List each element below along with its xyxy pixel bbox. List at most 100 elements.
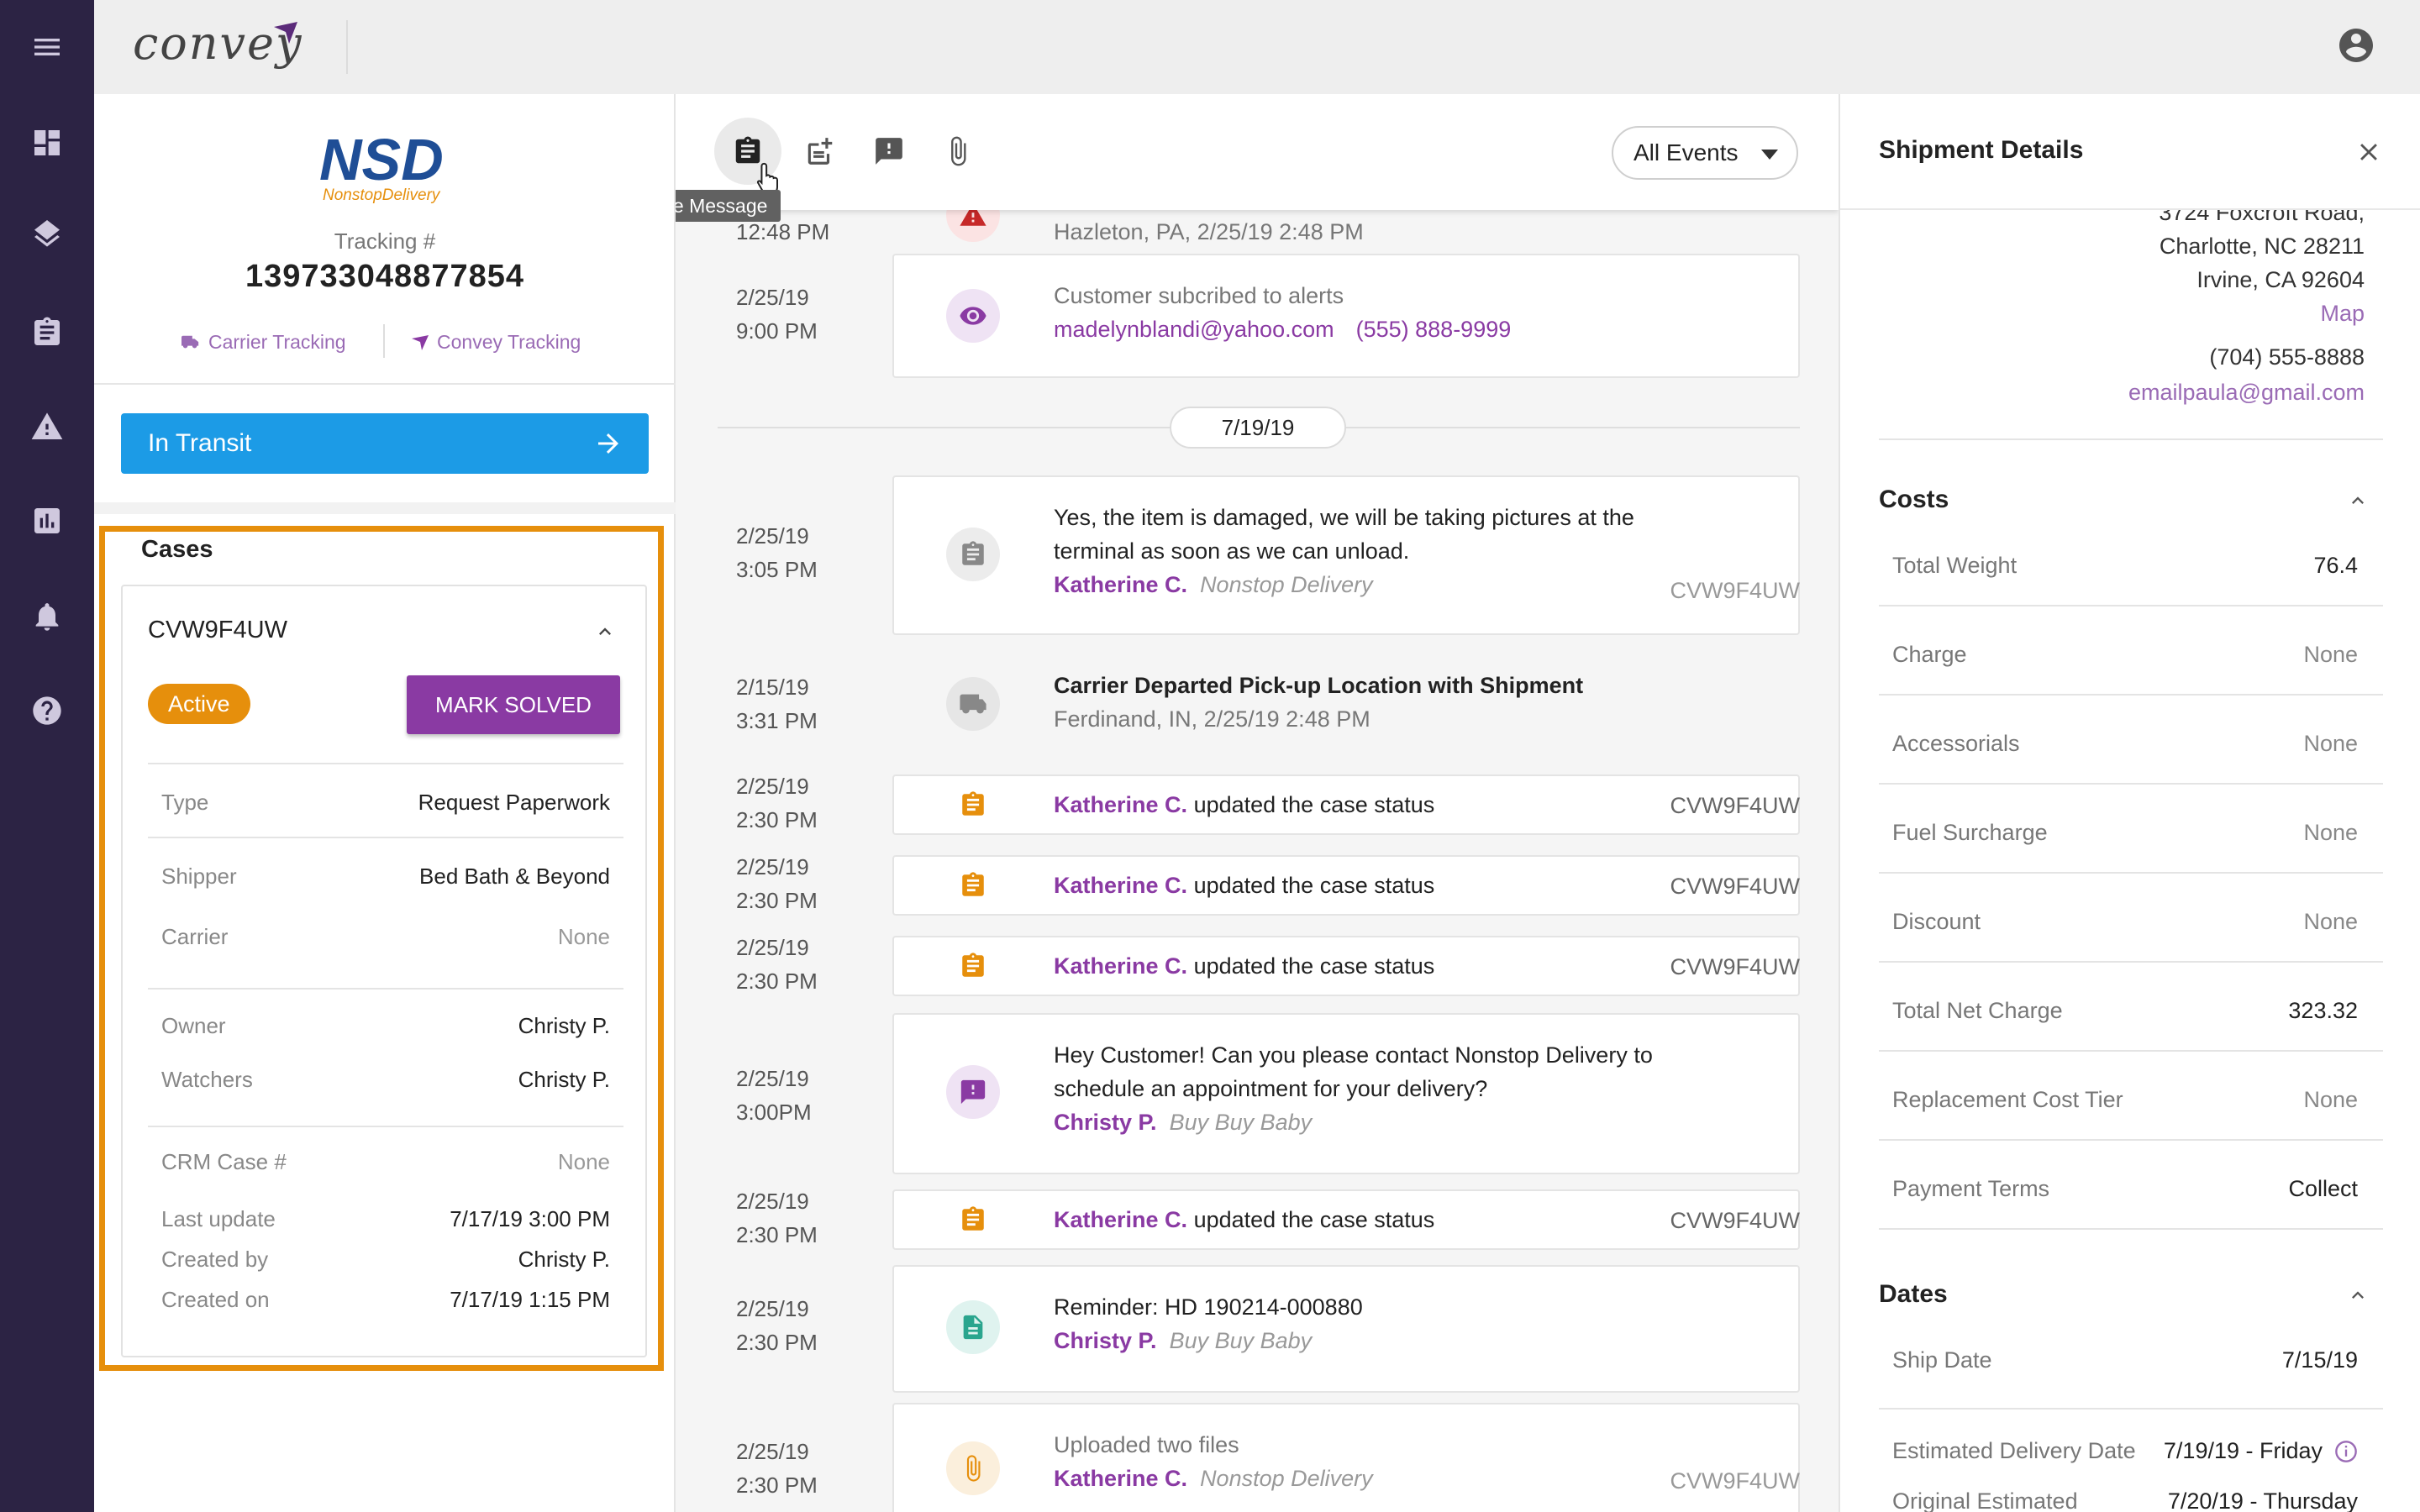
paperclip-icon — [951, 136, 966, 166]
author-name: Katherine C. — [1054, 1207, 1188, 1232]
cost-value: None — [2303, 1087, 2358, 1112]
shipment-details-panel: Shipment Details 3724 Foxcroft Road, Cha… — [1839, 94, 2420, 1512]
cost-row: Charge None — [1892, 642, 2358, 668]
section-spacer — [94, 502, 676, 514]
close-icon[interactable] — [2354, 138, 2383, 166]
subscriber-email[interactable]: madelynblandi@yahoo.com — [1054, 317, 1334, 342]
account-icon[interactable] — [2336, 25, 2376, 66]
add-note-button[interactable] — [786, 118, 854, 185]
eye-icon — [946, 289, 1000, 343]
author-name: Katherine C. — [1054, 792, 1188, 817]
message-line: Yes, the item is damaged, we will be tak… — [1054, 505, 1634, 530]
event-time: 2:30 PM — [736, 807, 818, 832]
layers-icon[interactable] — [27, 217, 67, 257]
date-value: 7/19/19 - Friday — [2163, 1438, 2323, 1463]
topbar-divider — [346, 20, 348, 74]
logo-arrow-icon — [274, 22, 297, 44]
panel-title: Shipment Details — [1879, 136, 2084, 164]
panel-header: Shipment Details — [1840, 94, 2420, 210]
divider — [1879, 605, 2383, 606]
help-icon[interactable] — [27, 690, 67, 731]
clipboard-icon[interactable] — [27, 312, 67, 353]
carrier-tracking-link[interactable]: Carrier Tracking — [182, 331, 346, 354]
address-line: Irvine, CA 92604 — [2196, 267, 2365, 292]
case-reference[interactable]: CVW9F4UW — [1670, 874, 1801, 900]
case-reference[interactable]: CVW9F4UW — [1670, 1468, 1801, 1494]
event-time: 2:30 PM — [736, 1473, 818, 1498]
tracking-number: 139733048877854 — [245, 259, 524, 294]
map-link[interactable]: Map — [2320, 301, 2365, 327]
author-org: Buy Buy Baby — [1169, 1110, 1313, 1135]
attachment-button[interactable] — [924, 118, 992, 185]
shipment-status-label: In Transit — [148, 429, 252, 457]
bell-icon[interactable] — [27, 596, 67, 637]
author-name: Christy P. — [1054, 1328, 1157, 1353]
author-name: Katherine C. — [1054, 572, 1188, 597]
warning-icon[interactable] — [27, 407, 67, 447]
event-date: 2/25/19 — [736, 854, 809, 879]
case-reference[interactable]: CVW9F4UW — [1670, 1208, 1801, 1234]
case-reference[interactable]: CVW9F4UW — [1670, 954, 1801, 980]
cases-title: Cases — [141, 536, 213, 563]
feedback-button[interactable] — [855, 118, 923, 185]
event-time: 3:00PM — [736, 1100, 812, 1125]
date-row: Original Estimated 7/20/19 - Thursday — [1892, 1488, 2358, 1512]
case-crm-label: CRM Case # — [161, 1149, 287, 1174]
case-created-by-row: Created by Christy P. — [161, 1247, 610, 1273]
dates-section-title: Dates — [1879, 1280, 1948, 1308]
tooltip: Case Message — [676, 190, 781, 222]
event-body: Katherine C. updated the case status — [1054, 869, 1434, 902]
case-created-by-value: Christy P. — [518, 1247, 610, 1272]
case-owner-value: Christy P. — [518, 1013, 610, 1038]
cost-label: Total Weight — [1892, 553, 2018, 578]
chevron-up-icon[interactable] — [2346, 489, 2370, 512]
dashboard-icon[interactable] — [27, 123, 67, 163]
message-line: Uploaded two files — [1054, 1432, 1239, 1457]
menu-icon[interactable] — [27, 27, 67, 67]
case-id: CVW9F4UW — [148, 617, 287, 643]
divider — [148, 1126, 623, 1127]
event-timestamp: 2/25/19 2:30 PM — [736, 931, 818, 998]
case-created-by-label: Created by — [161, 1247, 269, 1272]
chevron-up-icon[interactable] — [2346, 1284, 2370, 1307]
case-owner-row: Owner Christy P. — [161, 1013, 610, 1039]
events-timeline: Case Message All Events 12:48 PM Hazleto… — [676, 94, 1839, 1512]
event-filter-value: All Events — [1634, 139, 1739, 165]
event-filter-dropdown[interactable]: All Events — [1612, 126, 1798, 180]
chevron-up-icon[interactable] — [593, 620, 617, 643]
event-body: Yes, the item is damaged, we will be tak… — [1054, 501, 1634, 601]
case-watchers-value: Christy P. — [518, 1067, 610, 1092]
top-bar: convey — [94, 0, 2420, 94]
mark-solved-button[interactable]: MARK SOLVED — [407, 675, 620, 734]
author-org: Buy Buy Baby — [1169, 1328, 1313, 1353]
event-body: Hey Customer! Can you please contact Non… — [1054, 1038, 1653, 1139]
event-timestamp: 2/25/19 2:30 PM — [736, 1184, 818, 1252]
author-org: Nonstop Delivery — [1200, 572, 1373, 597]
case-crm-row: CRM Case # None — [161, 1149, 610, 1175]
event-message: Customer subcribed to alerts — [1054, 283, 1344, 308]
event-time: 3:05 PM — [736, 557, 818, 582]
status-badge: Active — [148, 684, 250, 724]
chart-icon[interactable] — [27, 501, 67, 541]
truck-icon — [946, 677, 1000, 731]
author-name: Katherine C. — [1054, 873, 1188, 898]
case-reference[interactable]: CVW9F4UW — [1670, 793, 1801, 819]
event-timestamp: 2/25/19 3:00PM — [736, 1062, 812, 1129]
subscriber-phone[interactable]: (555) 888-9999 — [1356, 317, 1512, 342]
cost-value: None — [2303, 731, 2358, 756]
contact-email[interactable]: emailpaula@gmail.com — [2128, 380, 2365, 406]
cost-row: Discount None — [1892, 909, 2358, 935]
info-icon[interactable] — [2334, 1440, 2358, 1463]
cost-value: 323.32 — [2288, 998, 2358, 1023]
cost-value: None — [2303, 820, 2358, 845]
cost-row: Total Net Charge 323.32 — [1892, 998, 2358, 1024]
date-row: Estimated Delivery Date 7/19/19 - Friday — [1892, 1438, 2358, 1464]
shipment-status-button[interactable]: In Transit — [121, 413, 649, 474]
event-date: 2/25/19 — [736, 774, 809, 799]
cost-row: Total Weight 76.4 — [1892, 553, 2358, 579]
case-reference[interactable]: CVW9F4UW — [1670, 578, 1801, 604]
convey-tracking-link[interactable]: Convey Tracking — [412, 331, 581, 354]
event-timestamp: 2/25/19 3:05 PM — [736, 519, 818, 586]
event-date: 2/25/19 — [736, 1296, 809, 1321]
document-icon — [946, 1300, 1000, 1354]
